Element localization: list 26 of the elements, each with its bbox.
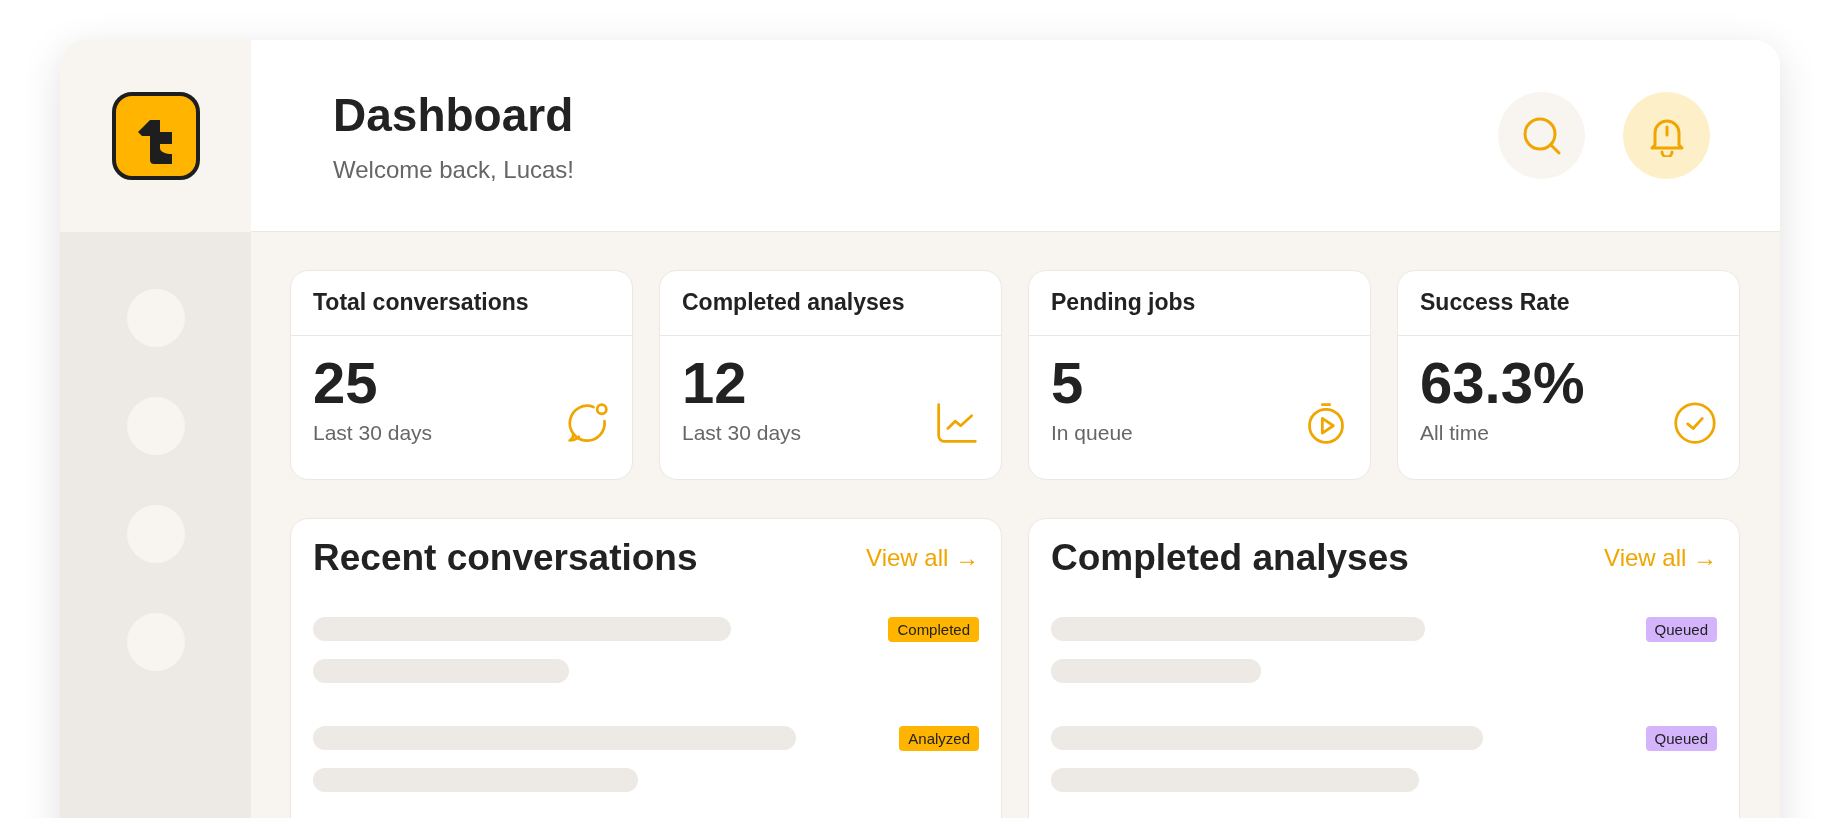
welcome-text: Welcome back, Lucas! <box>333 155 575 184</box>
chat-bubble-icon <box>566 401 610 445</box>
panel-title: Recent conversations <box>313 537 698 579</box>
stat-caption: All time <box>1420 421 1490 445</box>
view-all-link[interactable]: View all → <box>1604 544 1717 572</box>
line-chart-icon <box>935 401 979 445</box>
check-circle-icon <box>1673 401 1717 445</box>
stat-title: Success Rate <box>1398 271 1739 336</box>
stat-caption: In queue <box>1051 421 1134 445</box>
panel-title: Completed analyses <box>1051 537 1409 579</box>
stat-title: Total conversations <box>291 271 632 336</box>
status-badge: Completed <box>888 617 979 642</box>
stat-value: 25 <box>313 351 379 415</box>
status-badge: Queued <box>1645 726 1717 751</box>
page-title: Dashboard <box>333 87 575 142</box>
view-all-link[interactable]: View all → <box>866 544 979 572</box>
logo-icon <box>111 92 200 180</box>
stat-title: Completed analyses <box>660 271 1001 336</box>
stat-title: Pending jobs <box>1029 271 1370 336</box>
stat-caption: Last 30 days <box>682 421 803 445</box>
stat-value: 12 <box>682 351 748 415</box>
stat-value: 63.3% <box>1420 351 1586 415</box>
status-badge: Queued <box>1645 617 1717 642</box>
stat-caption: Last 30 days <box>313 421 434 445</box>
status-badge: Analyzed <box>899 726 979 751</box>
stat-value: 5 <box>1051 351 1085 415</box>
